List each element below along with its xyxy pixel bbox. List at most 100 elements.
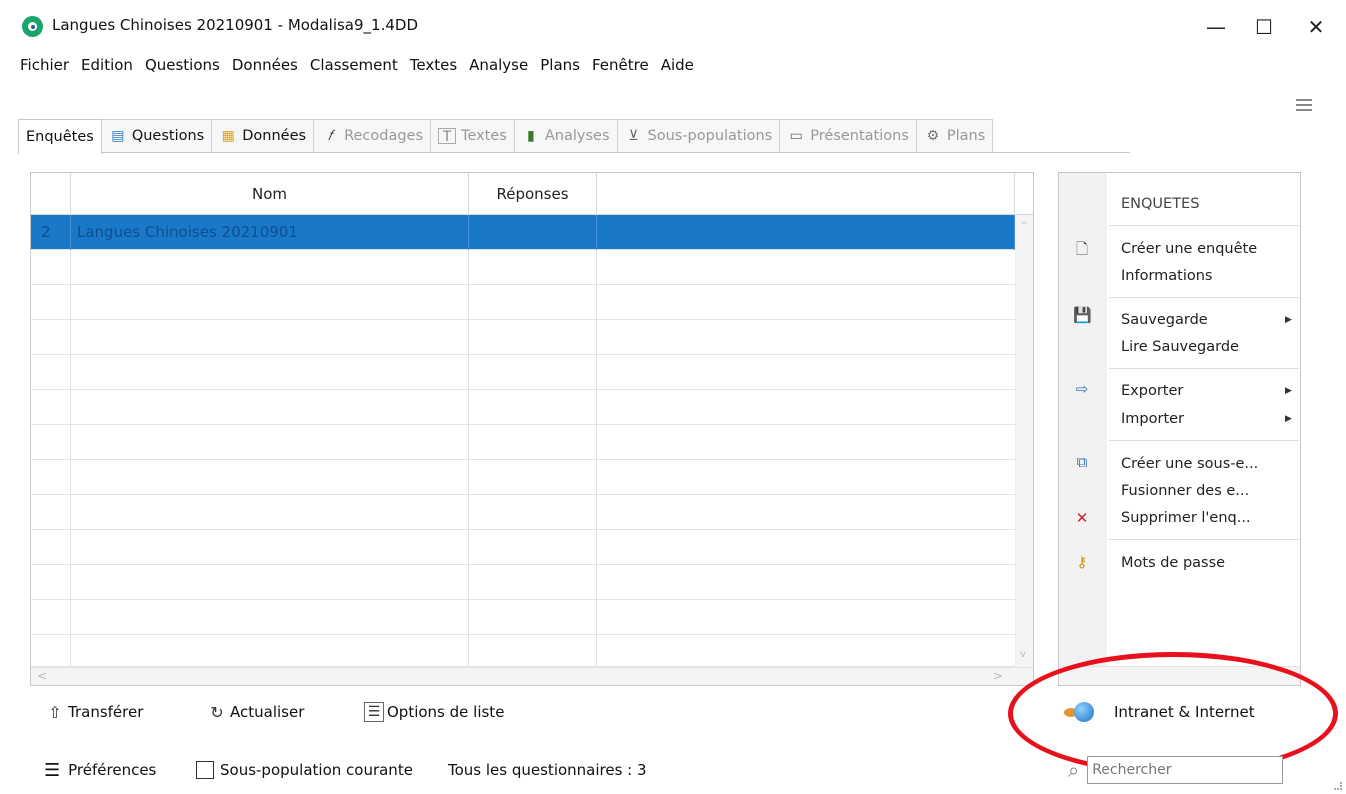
row-cell	[469, 460, 597, 495]
scroll-up-icon[interactable]: ^	[1020, 221, 1028, 232]
preferences-label: Préférences	[68, 761, 157, 779]
menu-aide[interactable]: Aide	[655, 56, 700, 80]
menu-textes[interactable]: Textes	[404, 56, 463, 80]
tab-plans[interactable]: ⚙ Plans	[915, 119, 994, 152]
row-cell	[469, 635, 597, 670]
tab-enquetes[interactable]: Enquêtes	[18, 119, 102, 154]
menu-questions[interactable]: Questions	[139, 56, 226, 80]
table-row[interactable]	[31, 530, 1015, 565]
read-backup-item[interactable]: Lire Sauvegarde	[1121, 339, 1239, 355]
menu-fenetre[interactable]: Fenêtre	[586, 56, 655, 80]
panel-divider	[1109, 368, 1299, 369]
table-row[interactable]	[31, 425, 1015, 460]
tab-questions[interactable]: ▤ Questions	[100, 119, 213, 152]
table-row[interactable]	[31, 600, 1015, 635]
menu-plans[interactable]: Plans	[534, 56, 586, 80]
hamburger-menu-icon[interactable]	[1296, 99, 1312, 111]
cell-extra	[597, 215, 1015, 250]
delete-survey-item[interactable]: Supprimer l'enq...	[1121, 510, 1251, 526]
minimize-button[interactable]: —	[1196, 12, 1236, 42]
tab-label: Questions	[131, 128, 205, 144]
row-cell	[31, 600, 71, 635]
tab-textes[interactable]: T Textes	[430, 119, 515, 152]
row-cell	[31, 390, 71, 425]
panel-title: ENQUETES	[1121, 196, 1200, 212]
table-row[interactable]	[31, 460, 1015, 495]
scroll-right-icon[interactable]: >	[993, 669, 1003, 683]
menu-donnees[interactable]: Données	[226, 56, 304, 80]
header-nom[interactable]: Nom	[71, 173, 469, 215]
header-blank	[597, 173, 1015, 215]
row-cell	[31, 495, 71, 530]
tab-label: Sous-populations	[647, 128, 773, 144]
tab-recodages[interactable]: 𝑓 Recodages	[313, 119, 432, 152]
search-input[interactable]	[1087, 756, 1284, 784]
presentation-icon: ▭	[789, 128, 803, 144]
scroll-left-icon[interactable]: <	[37, 669, 47, 683]
table-row[interactable]	[31, 320, 1015, 355]
passwords-item[interactable]: Mots de passe	[1121, 555, 1225, 571]
create-sub-survey-item[interactable]: Créer une sous-e...	[1121, 456, 1258, 472]
tab-presentations[interactable]: ▭ Présentations	[779, 119, 917, 152]
window-title: Langues Chinoises 20210901 - Modalisa9_1…	[52, 16, 418, 34]
row-cell	[31, 355, 71, 390]
close-button[interactable]: ✕	[1296, 12, 1336, 42]
create-survey-item[interactable]: Créer une enquête	[1121, 241, 1257, 257]
tab-analyses[interactable]: ▮ Analyses	[513, 119, 618, 152]
table-row[interactable]	[31, 390, 1015, 425]
save-icon: 💾	[1073, 306, 1092, 324]
table-row[interactable]	[31, 285, 1015, 320]
table-row[interactable]	[31, 565, 1015, 600]
horizontal-scrollbar[interactable]: < >	[31, 667, 1033, 685]
list-options-icon: ☰	[364, 702, 384, 722]
menu-classement[interactable]: Classement	[304, 56, 404, 80]
sub-population-checkbox[interactable]	[196, 761, 214, 779]
menu-fichier[interactable]: Fichier	[14, 56, 75, 80]
backup-item[interactable]: Sauvegarde	[1121, 312, 1208, 328]
preferences-icon: ☰	[44, 759, 61, 781]
table-row[interactable]	[31, 250, 1015, 285]
tab-sous-populations[interactable]: ⊻ Sous-populations	[616, 119, 781, 152]
preferences-button[interactable]: ☰ Préférences	[44, 758, 156, 782]
resize-grip-icon[interactable]	[1334, 782, 1342, 790]
vertical-scrollbar[interactable]: ^ v	[1015, 215, 1033, 667]
row-cell	[31, 460, 71, 495]
header-reponses[interactable]: Réponses	[469, 173, 597, 215]
delete-icon: ✕	[1075, 509, 1089, 527]
header-index	[31, 173, 71, 215]
import-item[interactable]: Importer	[1121, 411, 1184, 427]
table-row[interactable]	[31, 635, 1015, 670]
questionnaire-count: Tous les questionnaires : 3	[448, 761, 647, 779]
row-cell	[469, 390, 597, 425]
informations-item[interactable]: Informations	[1121, 268, 1213, 284]
search-icon: ⌕	[1068, 758, 1080, 782]
panel-divider	[1109, 297, 1299, 298]
scroll-down-icon[interactable]: v	[1020, 649, 1026, 660]
menu-analyse[interactable]: Analyse	[463, 56, 534, 80]
key-icon: ⚷	[1076, 553, 1088, 571]
row-cell	[71, 320, 469, 355]
list-options-button[interactable]: ☰ Options de liste	[364, 700, 504, 724]
tab-donnees[interactable]: ▦ Données	[211, 119, 315, 152]
maximize-button[interactable]: ☐	[1244, 12, 1284, 42]
refresh-button[interactable]: ↻ Actualiser	[206, 700, 304, 724]
menu-edition[interactable]: Edition	[75, 56, 139, 80]
table-row[interactable]: 2 Langues Chinoises 20210901	[31, 215, 1015, 250]
submenu-arrow-icon: ▶	[1285, 414, 1292, 424]
row-cell	[469, 320, 597, 355]
row-cell	[31, 530, 71, 565]
questions-icon: ▤	[111, 128, 125, 144]
export-item[interactable]: Exporter	[1121, 383, 1183, 399]
row-cell	[71, 425, 469, 460]
table-row[interactable]	[31, 355, 1015, 390]
bar-chart-icon: ▮	[527, 128, 535, 144]
row-cell	[469, 285, 597, 320]
transfer-button[interactable]: ⇧ Transférer	[44, 700, 143, 724]
sub-population-toggle[interactable]: Sous-population courante	[196, 758, 413, 782]
merge-surveys-item[interactable]: Fusionner des e...	[1121, 483, 1249, 499]
new-document-icon: 🗋	[1075, 240, 1089, 258]
row-cell	[31, 320, 71, 355]
row-cell	[469, 565, 597, 600]
table-row[interactable]	[31, 495, 1015, 530]
submenu-arrow-icon: ▶	[1285, 315, 1292, 325]
